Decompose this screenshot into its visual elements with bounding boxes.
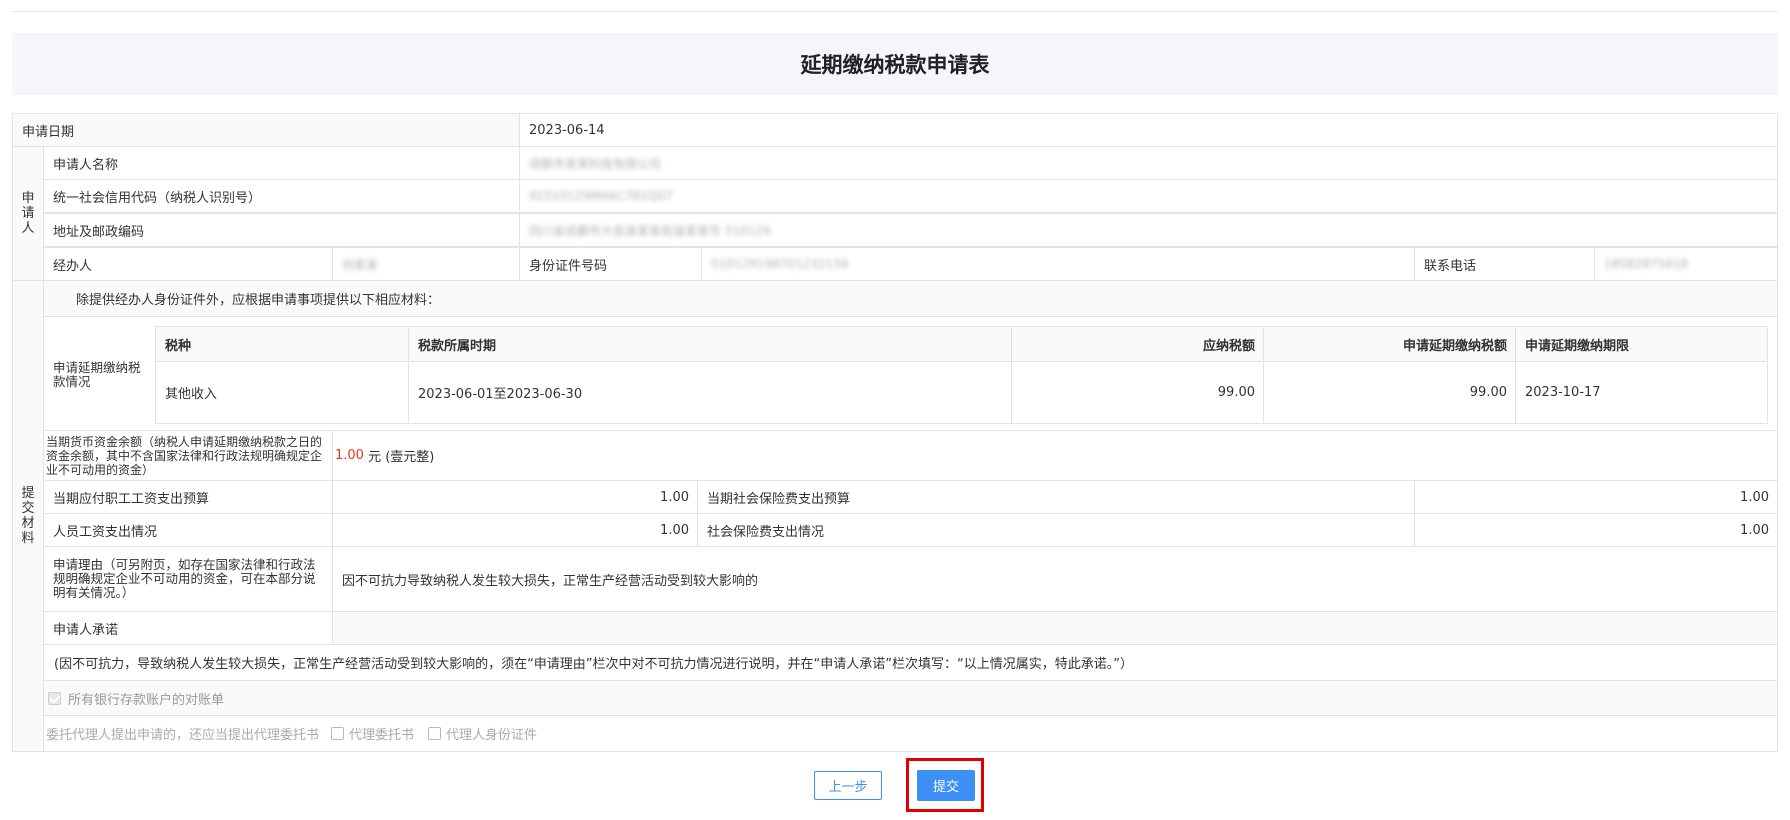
social-budget-label: 当期社会保险费支出预算 [697,480,1415,514]
social-actual-label: 社会保险费支出情况 [697,513,1415,547]
submit-button[interactable]: 提交 [917,770,975,801]
promise-note: (因不可抗力，导致纳税人发生较大损失，正常生产经营活动受到较大影响的，须在“申请… [43,644,1778,681]
applicant-name-value: 成都市某某科技有限公司 [519,146,1778,180]
agent-id-checkbox[interactable] [428,727,442,740]
social-budget-value: 1.00 [1414,480,1778,514]
title-bar: 延期缴纳税款申请表 [12,33,1778,95]
cell-tax-due: 99.00 [1011,361,1264,424]
reason-value: 因不可抗力导致纳税人发生较大损失，正常生产经营活动受到较大影响的 [332,546,1778,612]
cell-deferral-amount: 99.00 [1263,361,1516,424]
credit-code-value: 91510129MA6C7B1Q07 [519,179,1778,213]
fund-balance-field: 1.00 元 (壹元整) [332,430,1778,481]
apply-date-value: 2023-06-14 [519,113,1778,147]
social-actual-value: 1.00 [1414,513,1778,547]
wage-actual-label: 人员工资支出情况 [43,513,333,547]
top-divider [12,11,1778,12]
promise-value [332,611,1778,645]
prev-step-button[interactable]: 上一步 [814,771,882,800]
applicant-group-label: 申请人 [12,146,44,281]
deferral-label: 申请延期缴纳税款情况 [53,360,141,389]
fund-balance-label: 当期货币资金余额（纳税人申请延期缴纳税款之日的资金余额，其中不含国家法律和行政法… [43,430,333,481]
id-value: 510129198701232134 [701,247,1415,281]
address-label: 地址及邮政编码 [43,213,520,247]
reason-label: 申请理由（可另附页，如存在国家法律和行政法规明确规定企业不可动用的资金，可在本部… [43,546,333,612]
id-label: 身份证件号码 [519,247,702,281]
agent-intro: 委托代理人提出申请的，还应当提出代理委托书 [46,728,320,743]
handler-label: 经办人 [43,247,333,281]
col-header-tax-type: 税种 [155,326,409,362]
col-header-deadline: 申请延期缴纳期限 [1515,326,1768,362]
phone-label: 联系电话 [1414,247,1595,281]
agent-letter-checkbox[interactable] [331,727,345,740]
promise-label: 申请人承诺 [43,611,333,645]
address-value: 四川省成都市大邑县某某街道某某号 510129 [519,213,1778,247]
page-title: 延期缴纳税款申请表 [800,53,990,77]
wage-actual-value: 1.00 [332,513,698,547]
credit-code-label: 统一社会信用代码（纳税人识别号） [43,179,520,213]
agent-id-label: 代理人身份证件 [446,728,538,743]
phone-value: 18582875918 [1594,247,1778,281]
cell-tax-type: 其他收入 [155,361,409,424]
agent-letter-label: 代理委托书 [349,728,415,743]
col-header-deferral-amount: 申请延期缴纳税额 [1263,326,1516,362]
bank-statement-checkbox[interactable] [48,691,61,705]
wage-budget-label: 当期应付职工工资支出预算 [43,480,333,514]
cell-period: 2023-06-01至2023-06-30 [408,361,1012,424]
bank-statement-row: 所有银行存款账户的对账单 [43,680,1778,716]
materials-group-label: 提交材料 [12,280,44,752]
materials-intro: 除提供经办人身份证件外，应根据申请事项提供以下相应材料： [43,280,1778,317]
handler-value: 刘某某 [332,247,520,281]
fund-balance-value: 1.00 [335,448,364,463]
col-header-period: 税款所属时期 [408,326,1012,362]
cell-deadline: 2023-10-17 [1515,361,1768,424]
fund-balance-unit: 元 (壹元整) [368,450,435,465]
apply-date-label: 申请日期 [12,113,520,147]
agent-row: 委托代理人提出申请的，还应当提出代理委托书 代理委托书 代理人身份证件 [43,715,1778,752]
applicant-name-label: 申请人名称 [43,146,520,180]
wage-budget-value: 1.00 [332,480,698,514]
bank-statement-label: 所有银行存款账户的对账单 [68,692,225,708]
col-header-tax-due: 应纳税额 [1011,326,1264,362]
